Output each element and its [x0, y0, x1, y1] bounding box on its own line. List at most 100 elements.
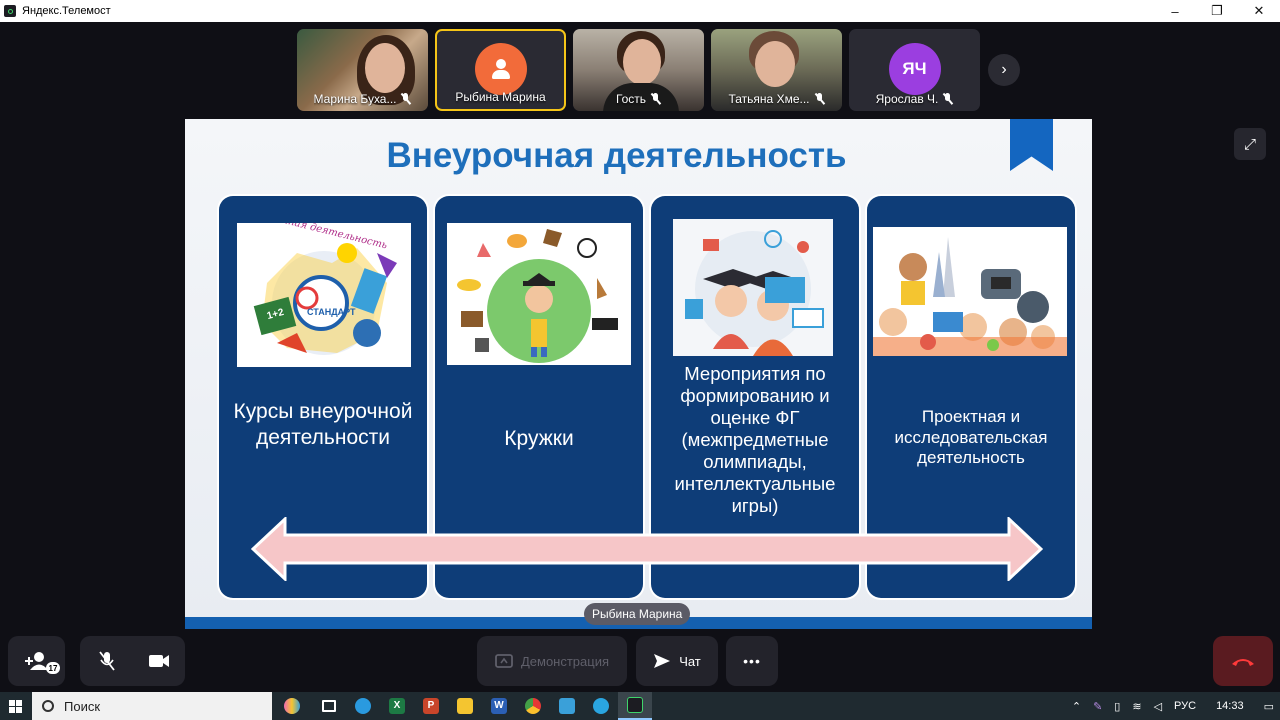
powerpoint-icon: P	[423, 698, 439, 714]
close-window-button[interactable]: ✕	[1238, 0, 1280, 22]
participant-name: Рыбина Марина	[455, 90, 546, 104]
mic-off-icon	[942, 93, 953, 105]
hang-up-icon	[1232, 659, 1254, 666]
edge-app[interactable]	[346, 692, 380, 720]
windows-logo-icon	[8, 699, 22, 713]
mic-off-icon	[814, 93, 825, 105]
participant-name: Ярослав Ч.	[875, 92, 939, 106]
wifi-icon[interactable]: ≋	[1126, 700, 1147, 713]
video-face	[755, 41, 795, 87]
participant-tile-5[interactable]: ЯЧ Ярослав Ч.	[849, 29, 980, 111]
more-options-button[interactable]: •••	[726, 636, 778, 686]
more-dots-icon: •••	[743, 653, 761, 669]
folder-icon	[457, 698, 473, 714]
participant-name: Марина Буха...	[313, 92, 397, 106]
excel-app[interactable]: X	[380, 692, 414, 720]
search-placeholder: Поиск	[64, 698, 101, 714]
clock[interactable]: 14:33	[1202, 700, 1258, 712]
minimize-button[interactable]: –	[1154, 0, 1196, 22]
chrome-icon	[525, 698, 541, 714]
end-call-button[interactable]	[1213, 636, 1273, 686]
image-text-standart: СТАНДАРТ	[307, 307, 356, 317]
boy-with-hobbies-illustration	[447, 223, 631, 365]
avatar-initials: ЯЧ	[888, 43, 941, 95]
media-controls-group	[80, 636, 185, 686]
system-tray: ⌃ ✎ ▯ ≋ ◁ РУС 14:33 ▭	[1066, 692, 1280, 720]
mic-off-icon	[98, 651, 115, 671]
screen-share-button[interactable]: Демонстрация	[477, 636, 627, 686]
screen-share-label: Демонстрация	[520, 653, 610, 669]
participants-count-badge: 17	[46, 662, 60, 674]
chat-button[interactable]: Чат	[636, 636, 718, 686]
edge-icon	[355, 698, 371, 714]
expand-icon: ⤢	[1243, 135, 1256, 153]
graduates-science-illustration	[673, 219, 833, 356]
chevron-right-icon: ›	[1001, 61, 1007, 78]
shared-screen-slide: Внеурочная деятельность Внеурочная деяте…	[185, 119, 1092, 629]
windows-taskbar: Поиск X P W ⌃ ✎ ▯ ≋ ◁ РУС 14:33 ▭	[0, 692, 1280, 720]
maximize-button[interactable]: ❐	[1196, 0, 1238, 22]
participant-tile-4[interactable]: Татьяна Хме...	[711, 29, 842, 111]
photos-app[interactable]	[550, 692, 584, 720]
fullscreen-button[interactable]: ⤢	[1234, 128, 1266, 160]
language-indicator[interactable]: РУС	[1168, 700, 1202, 712]
participant-name-row: Марина Буха...	[297, 92, 428, 106]
invite-participants-button[interactable]: 17	[8, 636, 65, 686]
avatar	[474, 43, 527, 95]
task-view-button[interactable]	[312, 692, 346, 720]
search-icon	[42, 700, 54, 712]
word-app[interactable]: W	[482, 692, 516, 720]
powerpoint-app[interactable]: P	[414, 692, 448, 720]
participant-name: Татьяна Хме...	[728, 92, 810, 106]
video-face	[365, 43, 405, 93]
telemost-app[interactable]	[618, 692, 652, 720]
battery-icon[interactable]: ▯	[1108, 700, 1126, 713]
explorer-app[interactable]	[448, 692, 482, 720]
card-text: Курсы внеурочной деятельности	[233, 400, 413, 449]
camera-icon	[148, 655, 169, 667]
participant-tile-3[interactable]: Гость	[573, 29, 704, 111]
word-icon: W	[491, 698, 507, 714]
window-title: Яндекс.Телемост	[22, 5, 111, 17]
balloons-icon	[284, 698, 300, 714]
illustration-svg	[457, 229, 618, 363]
card-text: Мероприятия по формированию и оценке ФГ …	[674, 363, 836, 516]
telemost-app-icon	[4, 5, 16, 17]
card-text: Кружки	[504, 427, 574, 450]
participant-tile-1[interactable]: Марина Буха...	[297, 29, 428, 111]
notifications-icon[interactable]: ▭	[1258, 700, 1280, 713]
kids-robots-rocket-illustration	[873, 227, 1067, 356]
slide-title: Внеурочная деятельность	[386, 136, 847, 175]
mic-off-icon	[650, 93, 661, 105]
weather-widget[interactable]	[272, 692, 312, 720]
send-icon	[654, 654, 671, 668]
chevron-up-icon: ⌃	[1071, 700, 1082, 713]
window-titlebar: Яндекс.Телемост – ❐ ✕	[0, 0, 1280, 22]
mic-off-icon	[400, 93, 411, 105]
participant-name-row: Татьяна Хме...	[711, 92, 842, 106]
start-button[interactable]	[0, 692, 30, 720]
telegram-icon	[593, 698, 609, 714]
participant-name: Гость	[615, 92, 647, 106]
participant-name-row: Ярослав Ч.	[849, 92, 980, 106]
telegram-app[interactable]	[584, 692, 618, 720]
tray-overflow-button[interactable]: ⌃	[1066, 700, 1087, 713]
excel-icon: X	[389, 698, 405, 714]
screen-share-icon	[495, 654, 513, 668]
double-arrow-icon	[251, 517, 1043, 581]
pen-icon[interactable]: ✎	[1087, 700, 1108, 713]
next-participants-button[interactable]: ›	[988, 54, 1020, 86]
illustration-svg	[685, 230, 824, 356]
chrome-app[interactable]	[516, 692, 550, 720]
participant-tile-2[interactable]: Рыбина Марина	[435, 29, 566, 111]
card-text: Проектная и исследовательская деятельнос…	[894, 407, 1048, 467]
mic-toggle-button[interactable]	[81, 636, 133, 686]
person-icon	[490, 58, 512, 80]
video-face	[623, 39, 661, 85]
chat-label: Чат	[679, 653, 701, 669]
task-view-icon	[322, 700, 336, 712]
camera-toggle-button[interactable]	[133, 636, 185, 686]
taskbar-search[interactable]: Поиск	[32, 692, 272, 720]
volume-icon[interactable]: ◁	[1148, 700, 1168, 713]
speaker-name-label: Рыбина Марина	[584, 603, 691, 625]
